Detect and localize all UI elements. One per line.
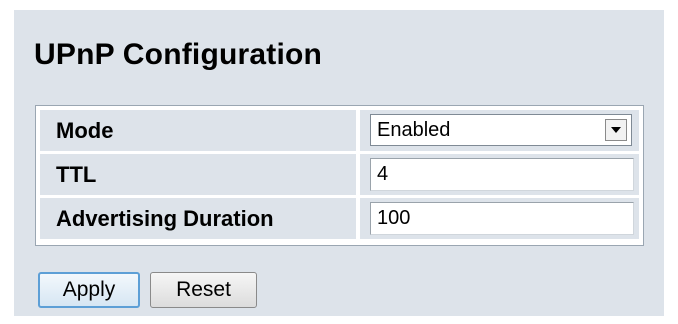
- page-title: UPnP Configuration: [34, 38, 323, 71]
- apply-button[interactable]: Apply: [38, 272, 140, 308]
- mode-select[interactable]: Enabled: [370, 114, 632, 146]
- ttl-value-cell: [360, 154, 639, 195]
- config-table: Mode Enabled TTL Advertising Duration: [35, 105, 644, 246]
- advertising-duration-value-cell: [360, 198, 639, 239]
- chevron-down-icon[interactable]: [605, 119, 627, 141]
- mode-select-value: Enabled: [377, 119, 451, 141]
- reset-button[interactable]: Reset: [150, 272, 257, 308]
- ttl-input[interactable]: [370, 158, 634, 191]
- config-row-mode: Mode Enabled: [40, 110, 639, 151]
- mode-value-cell: Enabled: [360, 110, 639, 151]
- config-panel: UPnP Configuration Mode Enabled TTL Adve…: [14, 10, 664, 316]
- advertising-duration-input[interactable]: [370, 202, 634, 235]
- config-row-advertising-duration: Advertising Duration: [40, 198, 639, 239]
- ttl-label: TTL: [40, 154, 356, 195]
- advertising-duration-label: Advertising Duration: [40, 198, 356, 239]
- mode-label: Mode: [40, 110, 356, 151]
- config-row-ttl: TTL: [40, 154, 639, 195]
